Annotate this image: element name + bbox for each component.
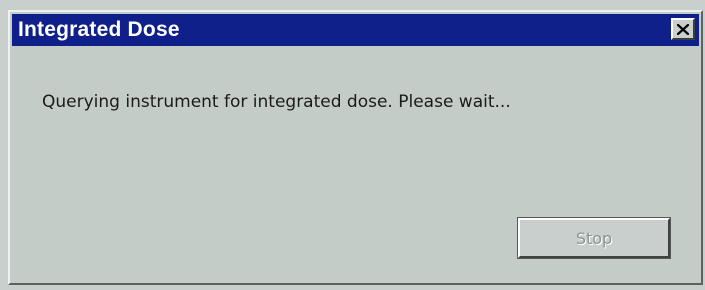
status-message: Querying instrument for integrated dose.… [42, 92, 511, 112]
close-button[interactable] [671, 18, 695, 40]
integrated-dose-dialog: Integrated Dose Querying instrument for … [8, 10, 703, 285]
title-bar[interactable]: Integrated Dose [12, 14, 699, 46]
close-icon [677, 23, 689, 35]
stop-button[interactable]: Stop [517, 217, 671, 259]
window-title: Integrated Dose [18, 18, 180, 41]
